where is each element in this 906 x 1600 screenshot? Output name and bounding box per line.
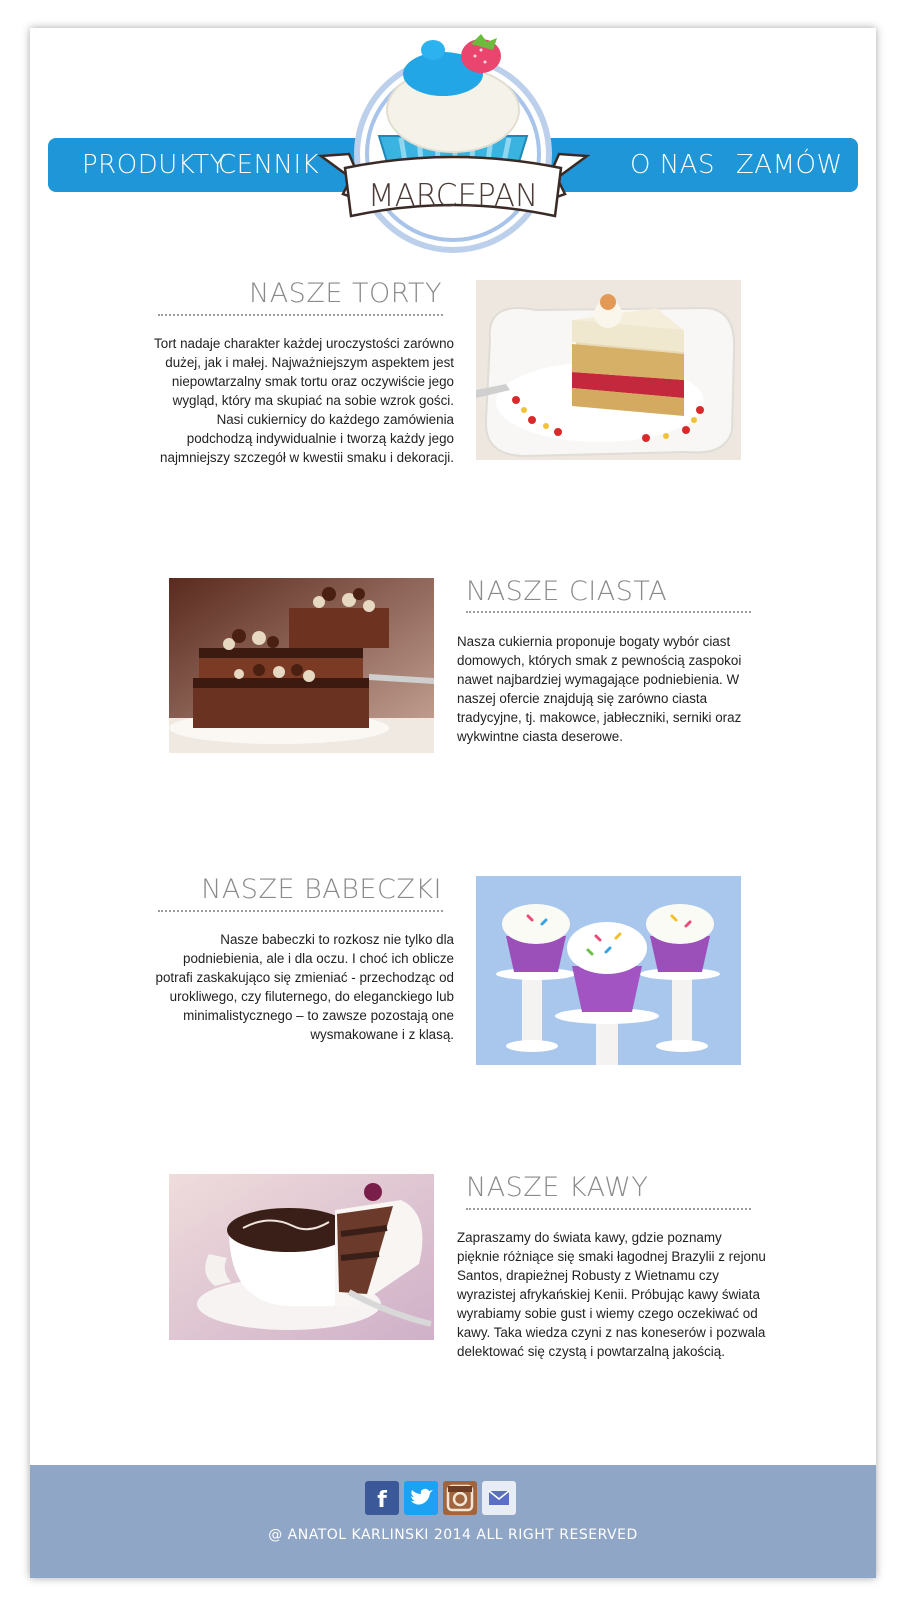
mail-icon[interactable] — [482, 1481, 516, 1515]
copyright-text: @ ANATOL KARLINSKI 2014 ALL RIGHT RESERV… — [268, 1527, 638, 1543]
nav-item-o-nas[interactable]: O NAS — [630, 150, 715, 180]
section-text-babeczki: Nasze babeczki to rozkosz nie tylko dla … — [155, 932, 454, 1042]
section-text-kawy: Zapraszamy do świata kawy, gdzie poznamy… — [457, 1230, 766, 1359]
facebook-icon[interactable]: f — [365, 1481, 399, 1515]
nav-item-zamow[interactable]: ZAMÓW — [736, 150, 843, 180]
section-title-ciasta: NASZE CIASTA — [466, 576, 668, 607]
page: PRODUKTY CENNIK O NAS ZAMÓW MARCEPAN NAS… — [30, 28, 876, 1578]
twitter-icon[interactable] — [404, 1481, 438, 1515]
section-divider — [466, 611, 751, 613]
section-title-babeczki: NASZE BABECZKI — [201, 874, 442, 905]
chocolate-cake-photo — [169, 578, 434, 753]
coffee-cake-photo — [169, 1174, 434, 1340]
section-text-torty: Tort nadaje charakter każdej uroczystośc… — [154, 336, 454, 465]
section-title-kawy: NASZE KAWY — [466, 1172, 649, 1203]
section-divider — [158, 910, 443, 912]
section-divider — [158, 314, 443, 316]
footer: f @ ANATOL KARLINSKI 2014 ALL RIGHT RESE… — [30, 1465, 876, 1578]
section-divider — [466, 1208, 751, 1210]
nav-item-cennik[interactable]: CENNIK — [218, 150, 319, 180]
marcepan-logo[interactable]: MARCEPAN — [309, 28, 599, 258]
cupcakes-photo — [476, 876, 741, 1065]
cake-photo — [476, 280, 741, 460]
section-title-torty: NASZE TORTY — [249, 278, 442, 309]
instagram-icon[interactable] — [443, 1481, 477, 1515]
nav-item-produkty[interactable]: PRODUKTY — [82, 150, 226, 180]
section-text-ciasta: Nasza cukiernia proponuje bogaty wybór c… — [457, 634, 742, 744]
svg-text:f: f — [377, 1488, 387, 1513]
logo-text: MARCEPAN — [368, 178, 538, 214]
